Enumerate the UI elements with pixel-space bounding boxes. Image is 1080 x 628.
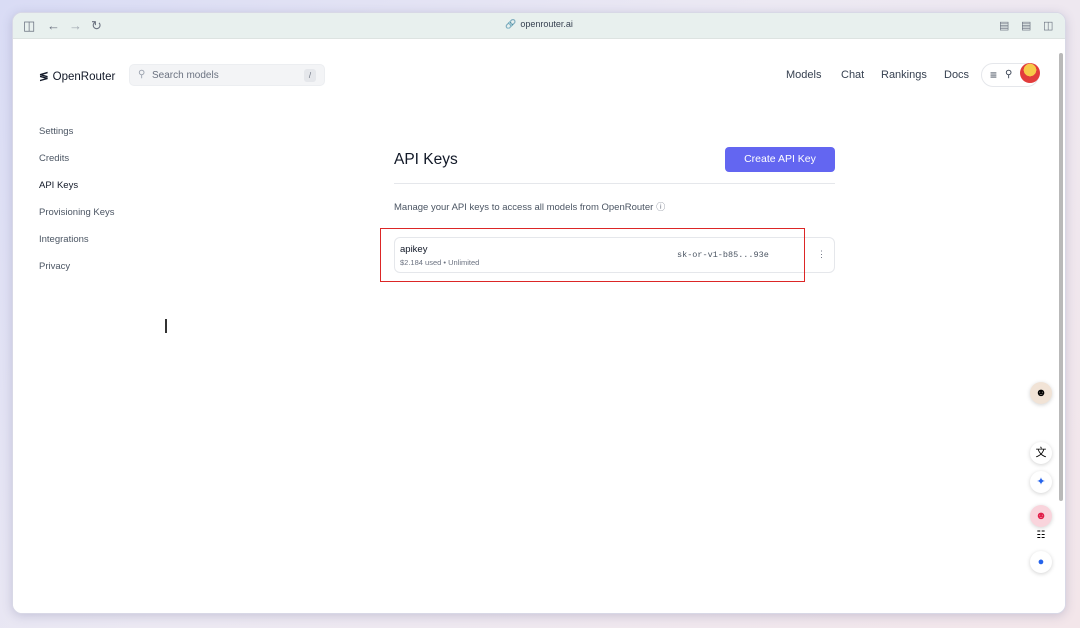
apps-grid-icon[interactable]: ☷	[1030, 525, 1052, 547]
browser-window: ◫ ← → ↻ 🔗 openrouter.ai ▤ ▤ ◫ ≶ OpenRouter…	[12, 12, 1066, 614]
nav-chat[interactable]: Chat	[841, 69, 864, 81]
logo[interactable]: ≶ OpenRouter	[39, 69, 115, 83]
description-text: Manage your API keys to access all model…	[394, 202, 654, 213]
link-icon: 🔗	[505, 19, 517, 29]
scrollbar[interactable]	[1059, 53, 1063, 501]
page-content: ≶ OpenRouter ⚲ Search models / Models Cha…	[13, 39, 1065, 613]
api-key-row[interactable]: apikey $2.184 used • Unlimited sk-or-v1-…	[394, 237, 835, 273]
chat-icon[interactable]: ▤	[999, 18, 1009, 34]
assistant-avatar-icon[interactable]: ☻	[1030, 382, 1052, 404]
api-key-value: sk-or-v1-b85...93e	[677, 250, 769, 260]
mascot-icon[interactable]: ☻	[1030, 505, 1052, 527]
translate-icon[interactable]: 文	[1030, 442, 1052, 464]
bot-icon[interactable]: ●	[1030, 551, 1052, 573]
user-menu-button[interactable]: ≡ ⚲	[981, 63, 1040, 87]
divider	[394, 183, 835, 184]
more-options-icon[interactable]: ⋮	[817, 249, 826, 260]
create-api-key-button[interactable]: Create API Key	[725, 147, 835, 172]
openrouter-logo-icon: ≶	[39, 71, 49, 83]
api-key-usage: $2.184 used • Unlimited	[400, 258, 480, 267]
search-input[interactable]: ⚲ Search models /	[129, 64, 325, 86]
reader-icon[interactable]: ▤	[1021, 18, 1031, 34]
page-title: API Keys	[394, 151, 458, 168]
sidebar-item-provisioning-keys[interactable]: Provisioning Keys	[39, 207, 115, 218]
nav-rankings[interactable]: Rankings	[881, 69, 927, 81]
menu-icon: ≡	[990, 68, 998, 82]
avatar	[1020, 63, 1040, 83]
address-bar[interactable]: 🔗 openrouter.ai	[13, 19, 1065, 30]
ai-sparkle-icon[interactable]: ✦	[1030, 471, 1052, 493]
nav-docs[interactable]: Docs	[944, 69, 969, 81]
text-cursor	[165, 319, 167, 333]
page-description: Manage your API keys to access all model…	[394, 200, 665, 213]
url-text: openrouter.ai	[520, 19, 573, 29]
search-shortcut-badge: /	[304, 69, 316, 82]
sidebar-item-integrations[interactable]: Integrations	[39, 234, 89, 245]
api-key-name: apikey	[400, 244, 428, 255]
sidebar-item-api-keys[interactable]: API Keys	[39, 180, 78, 191]
split-view-icon[interactable]: ◫	[1043, 18, 1053, 34]
search-icon: ⚲	[138, 69, 146, 80]
sidebar-item-settings[interactable]: Settings	[39, 126, 73, 137]
info-icon[interactable]: ⓘ	[656, 200, 665, 213]
nav-models[interactable]: Models	[786, 69, 821, 81]
logo-text: OpenRouter	[52, 71, 116, 83]
browser-toolbar: ◫ ← → ↻ 🔗 openrouter.ai ▤ ▤ ◫	[13, 13, 1065, 39]
sidebar-item-credits[interactable]: Credits	[39, 153, 69, 164]
search-placeholder: Search models	[152, 70, 219, 81]
sidebar-item-privacy[interactable]: Privacy	[39, 261, 70, 272]
key-icon: ⚲	[1005, 69, 1013, 80]
